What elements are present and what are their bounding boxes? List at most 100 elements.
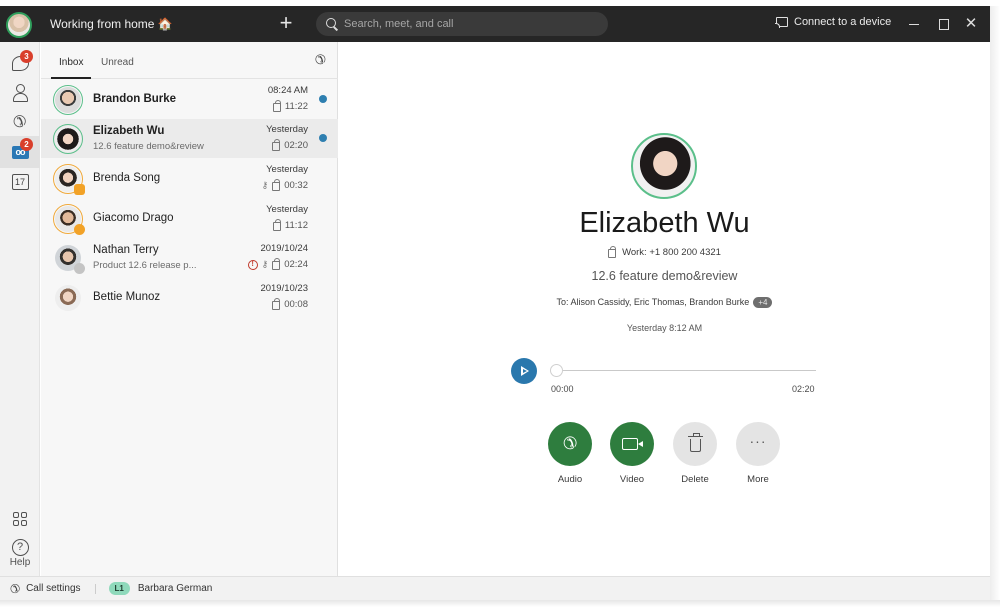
lock-icon (272, 258, 281, 270)
lock-icon (272, 139, 281, 151)
minimize-button[interactable] (905, 15, 923, 33)
status-message[interactable]: Working from home 🏠 (50, 17, 173, 31)
search-input[interactable] (344, 18, 594, 30)
nav-calendar[interactable]: 17 (0, 166, 40, 198)
playback-duration: 02:20 (792, 384, 815, 394)
item-date: 2019/10/24 (260, 243, 308, 254)
play-button[interactable] (511, 358, 537, 384)
tab-unread[interactable]: Unread (101, 57, 134, 68)
window-shadow (0, 600, 1000, 607)
nav-calls[interactable]: ✆ (0, 106, 40, 138)
audio-call-button[interactable]: ✆ Audio (548, 422, 592, 485)
playback-scrubber[interactable] (550, 364, 563, 377)
high-priority-icon: ! (247, 259, 258, 270)
active-tab-indicator (51, 77, 91, 79)
cast-icon (775, 17, 788, 28)
line-name[interactable]: Barbara German (138, 583, 212, 594)
more-dots-icon: ··· (749, 433, 767, 449)
item-meta: 00:08 (272, 298, 308, 310)
search-icon (325, 17, 339, 31)
video-call-circle[interactable] (610, 422, 654, 466)
call-settings-icon[interactable]: ✆ (10, 582, 20, 596)
tab-inbox[interactable]: Inbox (59, 57, 83, 68)
my-avatar[interactable] (6, 12, 32, 38)
away-presence-icon (74, 263, 85, 274)
video-camera-icon (622, 438, 643, 450)
contact-name: Bettie Munoz (93, 291, 161, 303)
line-badge[interactable]: L1 (108, 582, 130, 595)
lock-icon (272, 179, 281, 191)
video-call-button[interactable]: Video (610, 422, 654, 485)
nav-apps[interactable] (0, 503, 40, 535)
voicemail-detail: Elizabeth Wu Work: +1 800 200 4321 12.6 … (339, 42, 990, 576)
nav-messaging[interactable]: 3 (0, 47, 40, 79)
more-circle[interactable]: ··· (736, 422, 780, 466)
lock-icon (272, 100, 281, 112)
contact-name: Giacomo Drago (93, 212, 174, 224)
calendar-icon: 17 (11, 174, 29, 190)
trash-icon (687, 433, 703, 452)
delete-label: Delete (681, 474, 709, 485)
contact-name: Elizabeth Wu (93, 125, 165, 137)
video-label: Video (619, 474, 645, 485)
voicemail-subject: 12.6 feature demo&review (591, 269, 738, 283)
help-button[interactable]: ? Help (0, 539, 40, 568)
nav-rail: 3 ✆ oo 2 17 ? Help (0, 42, 40, 576)
nav-voicemail[interactable]: oo 2 (0, 136, 40, 168)
item-meta: 02:20 (272, 139, 308, 151)
divider (94, 583, 96, 594)
avatar (53, 124, 83, 154)
item-preview: Product 12.6 release p... (93, 260, 197, 271)
voicemail-time: Yesterday 8:12 AM (626, 323, 703, 333)
unread-dot (319, 134, 327, 142)
maximize-button[interactable] (934, 15, 952, 33)
list-item[interactable]: Brenda Song Yesterday ⚷ 00:32 (41, 159, 338, 198)
more-recipients-badge[interactable]: +4 (753, 297, 773, 308)
delete-button[interactable]: Delete (673, 422, 717, 485)
unread-dot (319, 95, 327, 103)
key-icon: ⚷ (261, 180, 269, 190)
call-voicemail-icon[interactable]: ✆ (315, 52, 326, 68)
title-bar: Working from home 🏠 + Connect to a devic… (0, 6, 990, 42)
recipients-list: To: Alison Cassidy, Eric Thomas, Brandon… (556, 297, 750, 307)
item-duration: 00:08 (284, 299, 308, 310)
webex-app-window: Working from home 🏠 + Connect to a devic… (0, 0, 1000, 607)
list-item[interactable]: Giacomo Drago Yesterday 11:12 (41, 199, 338, 238)
lock-icon (272, 298, 281, 310)
list-item[interactable]: Nathan Terry Product 12.6 release p... 2… (41, 238, 338, 277)
item-duration: 00:32 (284, 180, 308, 191)
item-date: 2019/10/23 (260, 283, 308, 294)
audio-label: Audio (557, 474, 583, 485)
audio-call-circle[interactable]: ✆ (548, 422, 592, 466)
recipients: To: Alison Cassidy, Eric Thomas, Brandon… (339, 297, 990, 308)
key-icon: ⚷ (261, 259, 269, 269)
item-preview: 12.6 feature demo&review (93, 141, 204, 152)
item-meta: 11:12 (272, 219, 308, 231)
item-meta: 11:22 (272, 100, 308, 112)
search-bar[interactable] (316, 12, 608, 36)
new-action-button[interactable]: + (275, 12, 297, 36)
close-button[interactable]: ✕ (962, 15, 980, 33)
help-label: Help (9, 557, 31, 568)
phone-icon: ✆ (562, 434, 578, 453)
more-label: More (747, 474, 769, 485)
playback-track[interactable] (551, 370, 816, 371)
apps-grid-icon (13, 512, 27, 526)
call-settings-button[interactable]: Call settings (26, 583, 80, 594)
contact-avatar[interactable] (631, 133, 697, 199)
item-date: Yesterday (266, 204, 308, 215)
item-duration: 02:24 (284, 259, 308, 270)
list-item[interactable]: Bettie Munoz 2019/10/23 00:08 (41, 278, 338, 317)
nav-contacts[interactable] (0, 76, 40, 108)
more-button[interactable]: ··· More (736, 422, 780, 485)
contact-name: Brandon Burke (93, 93, 177, 105)
list-item[interactable]: Elizabeth Wu 12.6 feature demo&review Ye… (41, 119, 338, 158)
list-item[interactable]: Brandon Burke 08:24 AM 11:22 (41, 80, 338, 119)
delete-circle[interactable] (673, 422, 717, 466)
contact-phone: Work: +1 800 200 4321 (339, 246, 990, 258)
connect-device-button[interactable]: Connect to a device (775, 16, 892, 28)
contact-name-heading: Elizabeth Wu (579, 207, 750, 239)
connect-device-label: Connect to a device (794, 16, 892, 28)
messages-badge: 3 (20, 50, 33, 63)
item-duration: 02:20 (284, 140, 308, 151)
